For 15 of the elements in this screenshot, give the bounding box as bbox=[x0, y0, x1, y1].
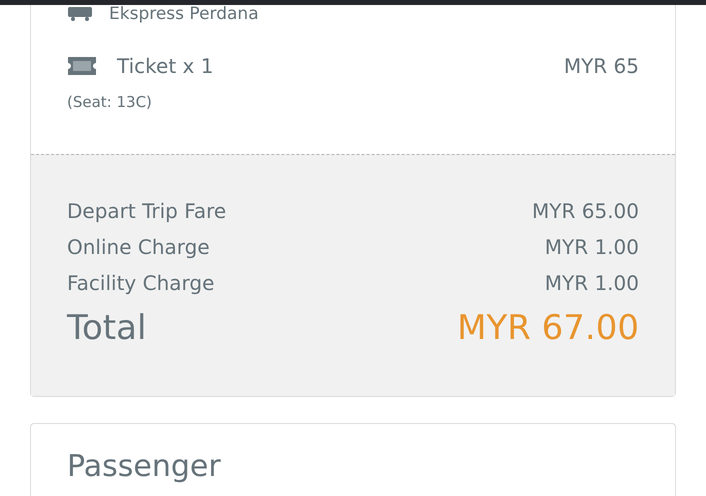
charge-label: Facility Charge bbox=[67, 270, 214, 296]
charge-label: Depart Trip Fare bbox=[67, 198, 226, 224]
total-label: Total bbox=[67, 306, 146, 350]
ticket-price: MYR 65 bbox=[564, 53, 639, 80]
bus-icon bbox=[67, 7, 93, 21]
charge-amount: MYR 65.00 bbox=[532, 198, 639, 224]
charge-amount: MYR 1.00 bbox=[544, 234, 639, 260]
ticket-icon bbox=[67, 56, 97, 76]
ticket-label: Ticket x 1 bbox=[117, 53, 214, 80]
total-amount: MYR 67.00 bbox=[457, 306, 639, 350]
charge-amount: MYR 1.00 bbox=[544, 270, 639, 296]
passenger-heading: Passenger bbox=[67, 450, 222, 484]
charge-label: Online Charge bbox=[67, 234, 210, 260]
seat-label: (Seat: 13C) bbox=[67, 92, 153, 113]
operator-name: Ekspress Perdana bbox=[109, 5, 259, 23]
